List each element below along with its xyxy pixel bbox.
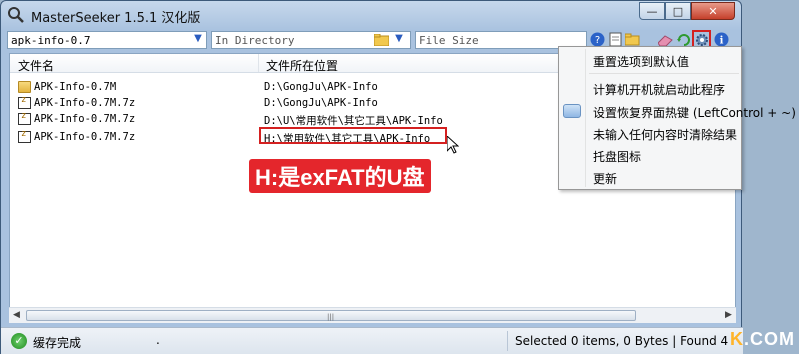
browse-folder-icon[interactable] bbox=[373, 31, 390, 48]
scroll-left-icon[interactable]: ◀ bbox=[9, 308, 24, 323]
search-input[interactable] bbox=[7, 31, 207, 49]
scroll-right-icon[interactable]: ▶ bbox=[721, 308, 736, 323]
check-icon: ✓ bbox=[11, 333, 27, 349]
window-title: MasterSeeker 1.5.1 汉化版 bbox=[31, 11, 201, 26]
file-location: D:\GongJu\APK-Info bbox=[264, 97, 378, 109]
menu-item-reset-defaults[interactable]: 重置选项到默认值 bbox=[593, 53, 689, 70]
file-location: D:\GongJu\APK-Info bbox=[264, 81, 378, 93]
minimize-button[interactable]: — bbox=[639, 2, 665, 20]
file-name: APK-Info-0.7M.7z bbox=[34, 113, 136, 125]
cache-status: 缓存完成 bbox=[33, 336, 82, 350]
settings-menu: 重置选项到默认值 计算机开机就启动此程序 设置恢复界面热键 (LeftContr… bbox=[558, 46, 796, 190]
file-name: APK-Info-0.7M.7z bbox=[34, 97, 136, 109]
status-dot: . bbox=[156, 333, 160, 347]
horizontal-scrollbar[interactable]: ◀ ||| ▶ bbox=[9, 307, 736, 323]
selection-status: Selected 0 items, 0 Bytes | Found 4 bbox=[515, 334, 729, 348]
archive-file-icon bbox=[18, 129, 31, 143]
directory-history-arrow-icon[interactable]: ▼ bbox=[393, 33, 405, 45]
archive-file-icon bbox=[18, 111, 31, 125]
maximize-button[interactable]: □ bbox=[665, 2, 691, 20]
menu-item-run-at-startup[interactable]: 计算机开机就启动此程序 bbox=[593, 81, 725, 98]
caption-buttons: — □ ✕ bbox=[639, 2, 735, 22]
menu-item-restore-hotkey[interactable]: 设置恢复界面热键 (LeftControl + ~) bbox=[593, 104, 796, 121]
menu-item-update[interactable]: 更新 bbox=[593, 170, 617, 187]
menu-item-clear-results[interactable]: 未输入任何内容时清除结果 bbox=[593, 126, 737, 143]
column-header-filename[interactable]: 文件名 bbox=[18, 57, 54, 74]
svg-text:i: i bbox=[720, 36, 724, 47]
scroll-thumb[interactable]: ||| bbox=[26, 310, 636, 321]
highlight-box bbox=[259, 127, 447, 144]
annotation-label: H:是exFAT的U盘 bbox=[249, 159, 431, 193]
title-bar[interactable]: MasterSeeker 1.5.1 汉化版 — □ ✕ bbox=[1, 1, 741, 29]
mouse-cursor-icon bbox=[447, 136, 459, 154]
status-divider bbox=[507, 331, 508, 351]
file-name: APK-Info-0.7M bbox=[34, 81, 117, 93]
column-header-location[interactable]: 文件所在位置 bbox=[266, 57, 338, 74]
menu-item-tray-icon[interactable]: 托盘图标 bbox=[593, 148, 641, 165]
site-watermark: K.COM bbox=[730, 329, 795, 349]
search-history-arrow-icon[interactable]: ▼ bbox=[192, 33, 204, 45]
column-divider[interactable] bbox=[258, 54, 259, 72]
keyboard-icon bbox=[563, 104, 581, 118]
folder-icon bbox=[18, 81, 31, 93]
file-location: D:\U\常用软件\其它工具\APK-Info bbox=[264, 115, 443, 127]
close-button[interactable]: ✕ bbox=[691, 2, 735, 20]
svg-text:?: ? bbox=[595, 35, 600, 46]
app-logo-icon bbox=[8, 7, 24, 23]
status-bar: ✓ 缓存完成 . Selected 0 items, 0 Bytes | Fou… bbox=[1, 327, 743, 354]
file-name: APK-Info-0.7M.7z bbox=[34, 131, 136, 143]
archive-file-icon bbox=[18, 95, 31, 109]
